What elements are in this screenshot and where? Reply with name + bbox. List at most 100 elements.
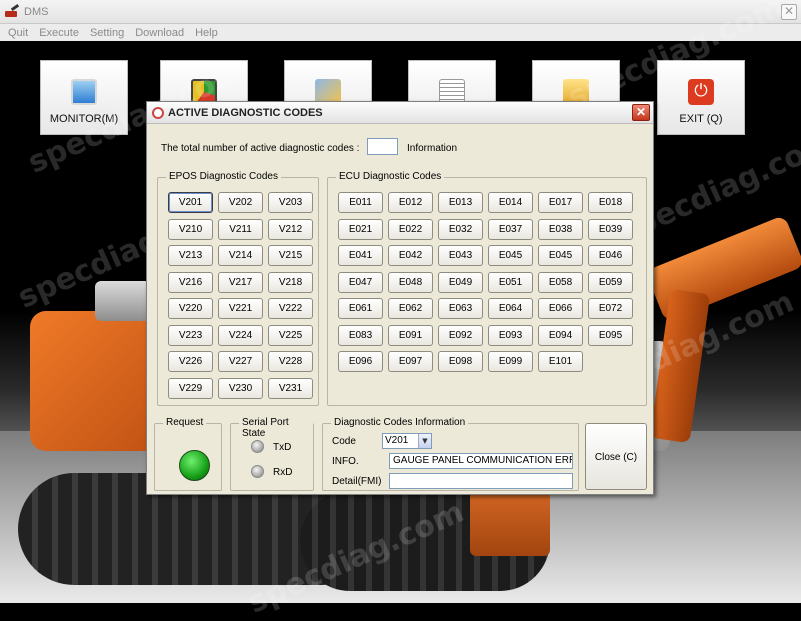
code-button-e045[interactable]: E045 [538, 245, 583, 266]
menu-help[interactable]: Help [195, 27, 218, 39]
code-button-e063[interactable]: E063 [438, 298, 483, 319]
code-button-e058[interactable]: E058 [538, 271, 583, 293]
code-button-e051[interactable]: E051 [488, 271, 533, 293]
code-button-e094[interactable]: E094 [538, 324, 583, 346]
excavator-arm [649, 288, 711, 444]
code-button-v223[interactable]: V223 [168, 324, 213, 346]
code-button-e048[interactable]: E048 [388, 271, 433, 293]
code-button-v216[interactable]: V216 [168, 271, 213, 293]
detail-fmi-field[interactable] [389, 473, 573, 489]
code-button-e097[interactable]: E097 [388, 351, 433, 372]
menu-execute[interactable]: Execute [39, 27, 79, 39]
code-button-e017[interactable]: E017 [538, 192, 583, 213]
code-button-e041[interactable]: E041 [338, 245, 383, 266]
total-codes-field [367, 138, 398, 155]
codes-info-group: Diagnostic Codes Information Code V201 ▼… [322, 417, 579, 491]
code-button-e032[interactable]: E032 [438, 218, 483, 240]
code-button-v230[interactable]: V230 [218, 377, 263, 399]
code-button-e095[interactable]: E095 [588, 324, 633, 346]
monitor-button[interactable]: MONITOR(M) [40, 60, 128, 135]
code-button-e072[interactable]: E072 [588, 298, 633, 319]
code-button-v231[interactable]: V231 [268, 377, 313, 399]
code-button-e039[interactable]: E039 [588, 218, 633, 240]
code-button-v202[interactable]: V202 [218, 192, 263, 213]
code-button-e061[interactable]: E061 [338, 298, 383, 319]
code-button-v217[interactable]: V217 [218, 271, 263, 293]
code-select[interactable]: V201 ▼ [382, 433, 432, 449]
request-status-led [179, 450, 210, 481]
code-button-v218[interactable]: V218 [268, 271, 313, 293]
code-button-e042[interactable]: E042 [388, 245, 433, 266]
request-group: Request [154, 417, 222, 491]
exit-button[interactable]: EXIT (Q) [657, 60, 745, 135]
close-button[interactable]: Close (C) [585, 423, 647, 490]
code-label: Code [332, 436, 356, 447]
code-button-e049[interactable]: E049 [438, 271, 483, 293]
code-button-v227[interactable]: V227 [218, 351, 263, 372]
code-button-v213[interactable]: V213 [168, 245, 213, 266]
detail-fmi-label: Detail(FMI) [332, 476, 382, 487]
code-button-v229[interactable]: V229 [168, 377, 213, 399]
code-button-e014[interactable]: E014 [488, 192, 533, 213]
code-button-e099[interactable]: E099 [488, 351, 533, 372]
code-button-v215[interactable]: V215 [268, 245, 313, 266]
code-button-e059[interactable]: E059 [588, 271, 633, 293]
menu-download[interactable]: Download [135, 27, 184, 39]
code-button-e083[interactable]: E083 [338, 324, 383, 346]
code-button-e047[interactable]: E047 [338, 271, 383, 293]
code-button-e013[interactable]: E013 [438, 192, 483, 213]
code-button-e043[interactable]: E043 [438, 245, 483, 266]
txd-label: TxD [273, 442, 292, 453]
code-button-v224[interactable]: V224 [218, 324, 263, 346]
info-label: INFO. [332, 456, 359, 467]
code-button-e011[interactable]: E011 [338, 192, 383, 213]
code-button-e046[interactable]: E046 [588, 245, 633, 266]
monitor-label: MONITOR(M) [49, 113, 119, 125]
code-button-e064[interactable]: E064 [488, 298, 533, 319]
code-button-e101[interactable]: E101 [538, 351, 583, 372]
code-button-e092[interactable]: E092 [438, 324, 483, 346]
code-button-v225[interactable]: V225 [268, 324, 313, 346]
serial-port-group: Serial Port State TxD RxD [230, 417, 314, 491]
chevron-down-icon[interactable]: ▼ [418, 434, 431, 448]
code-button-e012[interactable]: E012 [388, 192, 433, 213]
code-button-v220[interactable]: V220 [168, 298, 213, 319]
code-button-v214[interactable]: V214 [218, 245, 263, 266]
code-button-e045[interactable]: E045 [488, 245, 533, 266]
codes-info-title: Diagnostic Codes Information [331, 417, 469, 428]
code-button-e098[interactable]: E098 [438, 351, 483, 372]
code-button-e091[interactable]: E091 [388, 324, 433, 346]
txd-led [251, 440, 264, 453]
code-button-v222[interactable]: V222 [268, 298, 313, 319]
window-close-button[interactable]: ✕ [781, 4, 797, 20]
code-button-e096[interactable]: E096 [338, 351, 383, 372]
code-button-e066[interactable]: E066 [538, 298, 583, 319]
ecu-group-title: ECU Diagnostic Codes [336, 171, 445, 182]
code-button-v226[interactable]: V226 [168, 351, 213, 372]
code-button-e038[interactable]: E038 [538, 218, 583, 240]
code-button-e062[interactable]: E062 [388, 298, 433, 319]
total-codes-label: The total number of active diagnostic co… [161, 143, 360, 154]
code-button-v211[interactable]: V211 [218, 218, 263, 240]
app-titlebar: DMS ✕ [0, 0, 801, 24]
code-button-e022[interactable]: E022 [388, 218, 433, 240]
serial-port-title: Serial Port State [239, 417, 313, 439]
info-field[interactable]: GAUGE PANEL COMMUNICATION ERROR [389, 453, 573, 469]
dialog-close-button[interactable]: ✕ [632, 104, 650, 121]
code-button-e037[interactable]: E037 [488, 218, 533, 240]
code-button-e021[interactable]: E021 [338, 218, 383, 240]
code-button-v228[interactable]: V228 [268, 351, 313, 372]
menu-setting[interactable]: Setting [90, 27, 124, 39]
code-button-v212[interactable]: V212 [268, 218, 313, 240]
excavator-logo-icon [5, 5, 21, 19]
code-button-v201[interactable]: V201 [168, 192, 213, 213]
code-button-v203[interactable]: V203 [268, 192, 313, 213]
request-title: Request [163, 417, 207, 428]
code-button-e018[interactable]: E018 [588, 192, 633, 213]
code-button-v210[interactable]: V210 [168, 218, 213, 240]
code-button-e093[interactable]: E093 [488, 324, 533, 346]
code-button-v221[interactable]: V221 [218, 298, 263, 319]
menu-quit[interactable]: Quit [8, 27, 28, 39]
code-select-value: V201 [385, 435, 409, 446]
exit-label: EXIT (Q) [679, 113, 723, 125]
